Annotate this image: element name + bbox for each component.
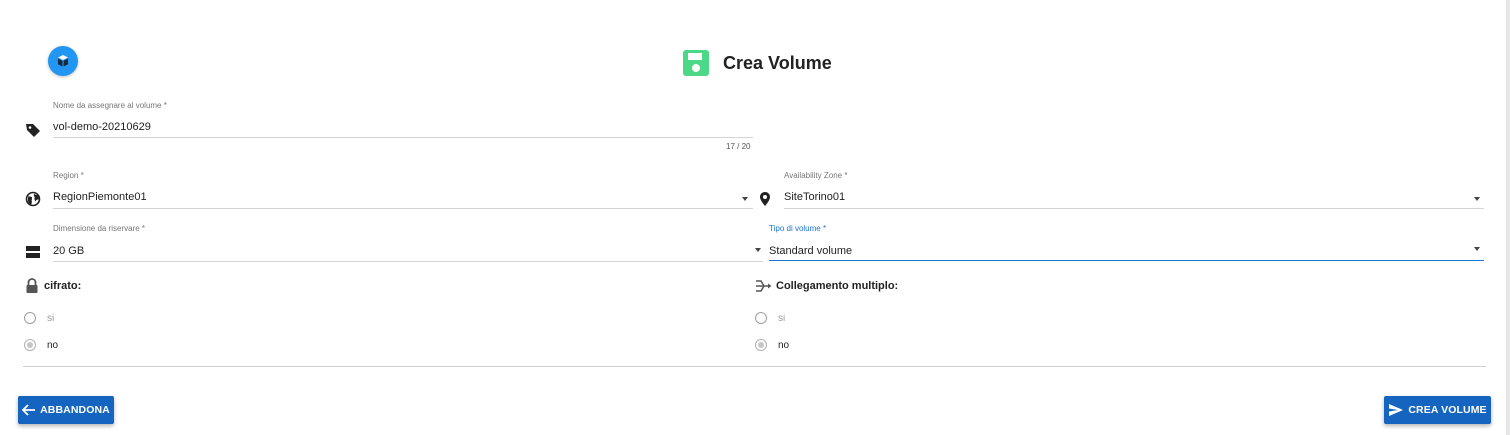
encrypted-title: cifrato: [44, 280, 82, 292]
region-select[interactable]: RegionPiemonte01 [53, 191, 753, 207]
floppy-disk-icon [683, 50, 709, 76]
zone-underline [784, 208, 1484, 209]
name-char-counter: 17 / 20 [726, 142, 751, 151]
crea-volume-label: CREA VOLUME [1408, 404, 1487, 416]
send-icon [1389, 404, 1404, 416]
chevron-down-icon[interactable] [742, 197, 748, 201]
encrypted-no-label: no [47, 340, 59, 351]
chevron-down-icon[interactable] [755, 248, 761, 252]
crea-volume-button[interactable]: CREA VOLUME [1384, 396, 1491, 424]
region-underline [53, 208, 753, 209]
size-select[interactable]: 20 GB [53, 245, 753, 261]
name-field-underline [53, 137, 753, 138]
zone-label: Availability Zone * [784, 171, 848, 180]
volume-name-input[interactable]: vol-demo-20210629 [53, 121, 753, 137]
cube-icon[interactable] [48, 46, 78, 76]
volume-type-select[interactable]: Standard volume [769, 245, 1484, 261]
multiattach-no-radio[interactable] [755, 339, 767, 351]
name-field-label: Nome da assegnare al volume * [53, 101, 167, 110]
encrypted-si-radio[interactable] [24, 312, 36, 324]
multiattach-title: Collegamento multiplo: [776, 280, 899, 292]
multiattach-si-label: si [778, 313, 786, 324]
page-title: Crea Volume [723, 52, 832, 73]
multi-link-icon [755, 278, 773, 299]
page-header: Crea Volume [682, 48, 832, 78]
size-label: Dimensione da riservare * [53, 224, 146, 233]
size-underline [53, 261, 763, 262]
multiattach-no-label: no [778, 340, 790, 351]
lock-icon [25, 278, 39, 299]
availability-zone-select[interactable]: SiteTorino01 [784, 191, 1484, 207]
globe-icon [25, 191, 41, 212]
abbandona-button[interactable]: ABBANDONA [18, 396, 114, 424]
arrow-left-icon [22, 404, 36, 416]
multiattach-si-radio[interactable] [755, 312, 767, 324]
volume-type-underline [769, 260, 1484, 261]
encrypted-si-label: si [47, 313, 55, 324]
page-scrollbar[interactable] [1506, 0, 1510, 435]
encrypted-no-radio[interactable] [24, 339, 36, 351]
tag-icon [25, 122, 41, 143]
form-divider [23, 366, 1486, 367]
chevron-down-icon[interactable] [1474, 247, 1480, 251]
map-pin-icon [758, 191, 772, 212]
storage-icon [25, 244, 41, 265]
chevron-down-icon[interactable] [1474, 197, 1480, 201]
volume-type-label: Tipo di volume * [769, 224, 827, 233]
region-label: Region * [53, 171, 84, 180]
abbandona-label: ABBANDONA [40, 404, 110, 416]
